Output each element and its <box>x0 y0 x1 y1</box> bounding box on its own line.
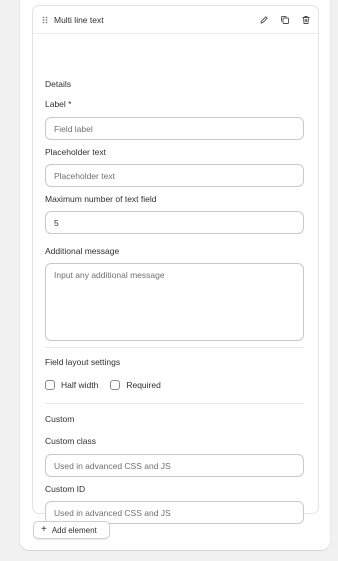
add-element-button[interactable]: + Add element <box>33 521 110 539</box>
delete-icon[interactable] <box>301 15 311 25</box>
label-field-label: Label * <box>45 99 72 109</box>
max-field-label: Maximum number of text field <box>45 194 157 204</box>
placeholder-input[interactable]: Placeholder text <box>45 164 304 187</box>
details-heading: Details <box>45 79 71 89</box>
edit-icon[interactable] <box>259 15 269 25</box>
additional-message-textarea[interactable]: Input any additional message <box>45 263 304 341</box>
duplicate-icon[interactable] <box>280 15 290 25</box>
custom-id-label: Custom ID <box>45 484 86 494</box>
checkbox-box[interactable] <box>45 380 55 390</box>
required-label: Required <box>126 380 161 390</box>
layout-settings-heading: Field layout settings <box>45 357 121 367</box>
drag-handle-icon[interactable] <box>40 15 50 25</box>
card-title: Multi line text <box>54 14 104 25</box>
label-input[interactable]: Field label <box>45 117 304 140</box>
divider <box>45 403 304 404</box>
custom-class-input[interactable]: Used in advanced CSS and JS <box>45 454 304 477</box>
element-card: Multi line text Details Label * Field la… <box>32 5 319 524</box>
card-header: Multi line text <box>33 6 318 34</box>
additional-message-label: Additional message <box>45 246 120 256</box>
checkbox-box[interactable] <box>110 380 121 390</box>
plus-icon: + <box>41 524 47 535</box>
required-checkbox[interactable]: Required <box>110 380 161 390</box>
placeholder-field-label: Placeholder text <box>45 147 106 157</box>
custom-class-label: Custom class <box>45 436 97 446</box>
add-element-label: Add element <box>51 525 97 535</box>
half-width-label: Half width <box>61 380 99 390</box>
layout-options: Half width Required <box>45 380 173 390</box>
half-width-checkbox[interactable]: Half width <box>45 380 98 390</box>
max-input[interactable]: 5 <box>45 211 304 234</box>
custom-heading: Custom <box>45 414 75 424</box>
divider <box>45 347 304 348</box>
